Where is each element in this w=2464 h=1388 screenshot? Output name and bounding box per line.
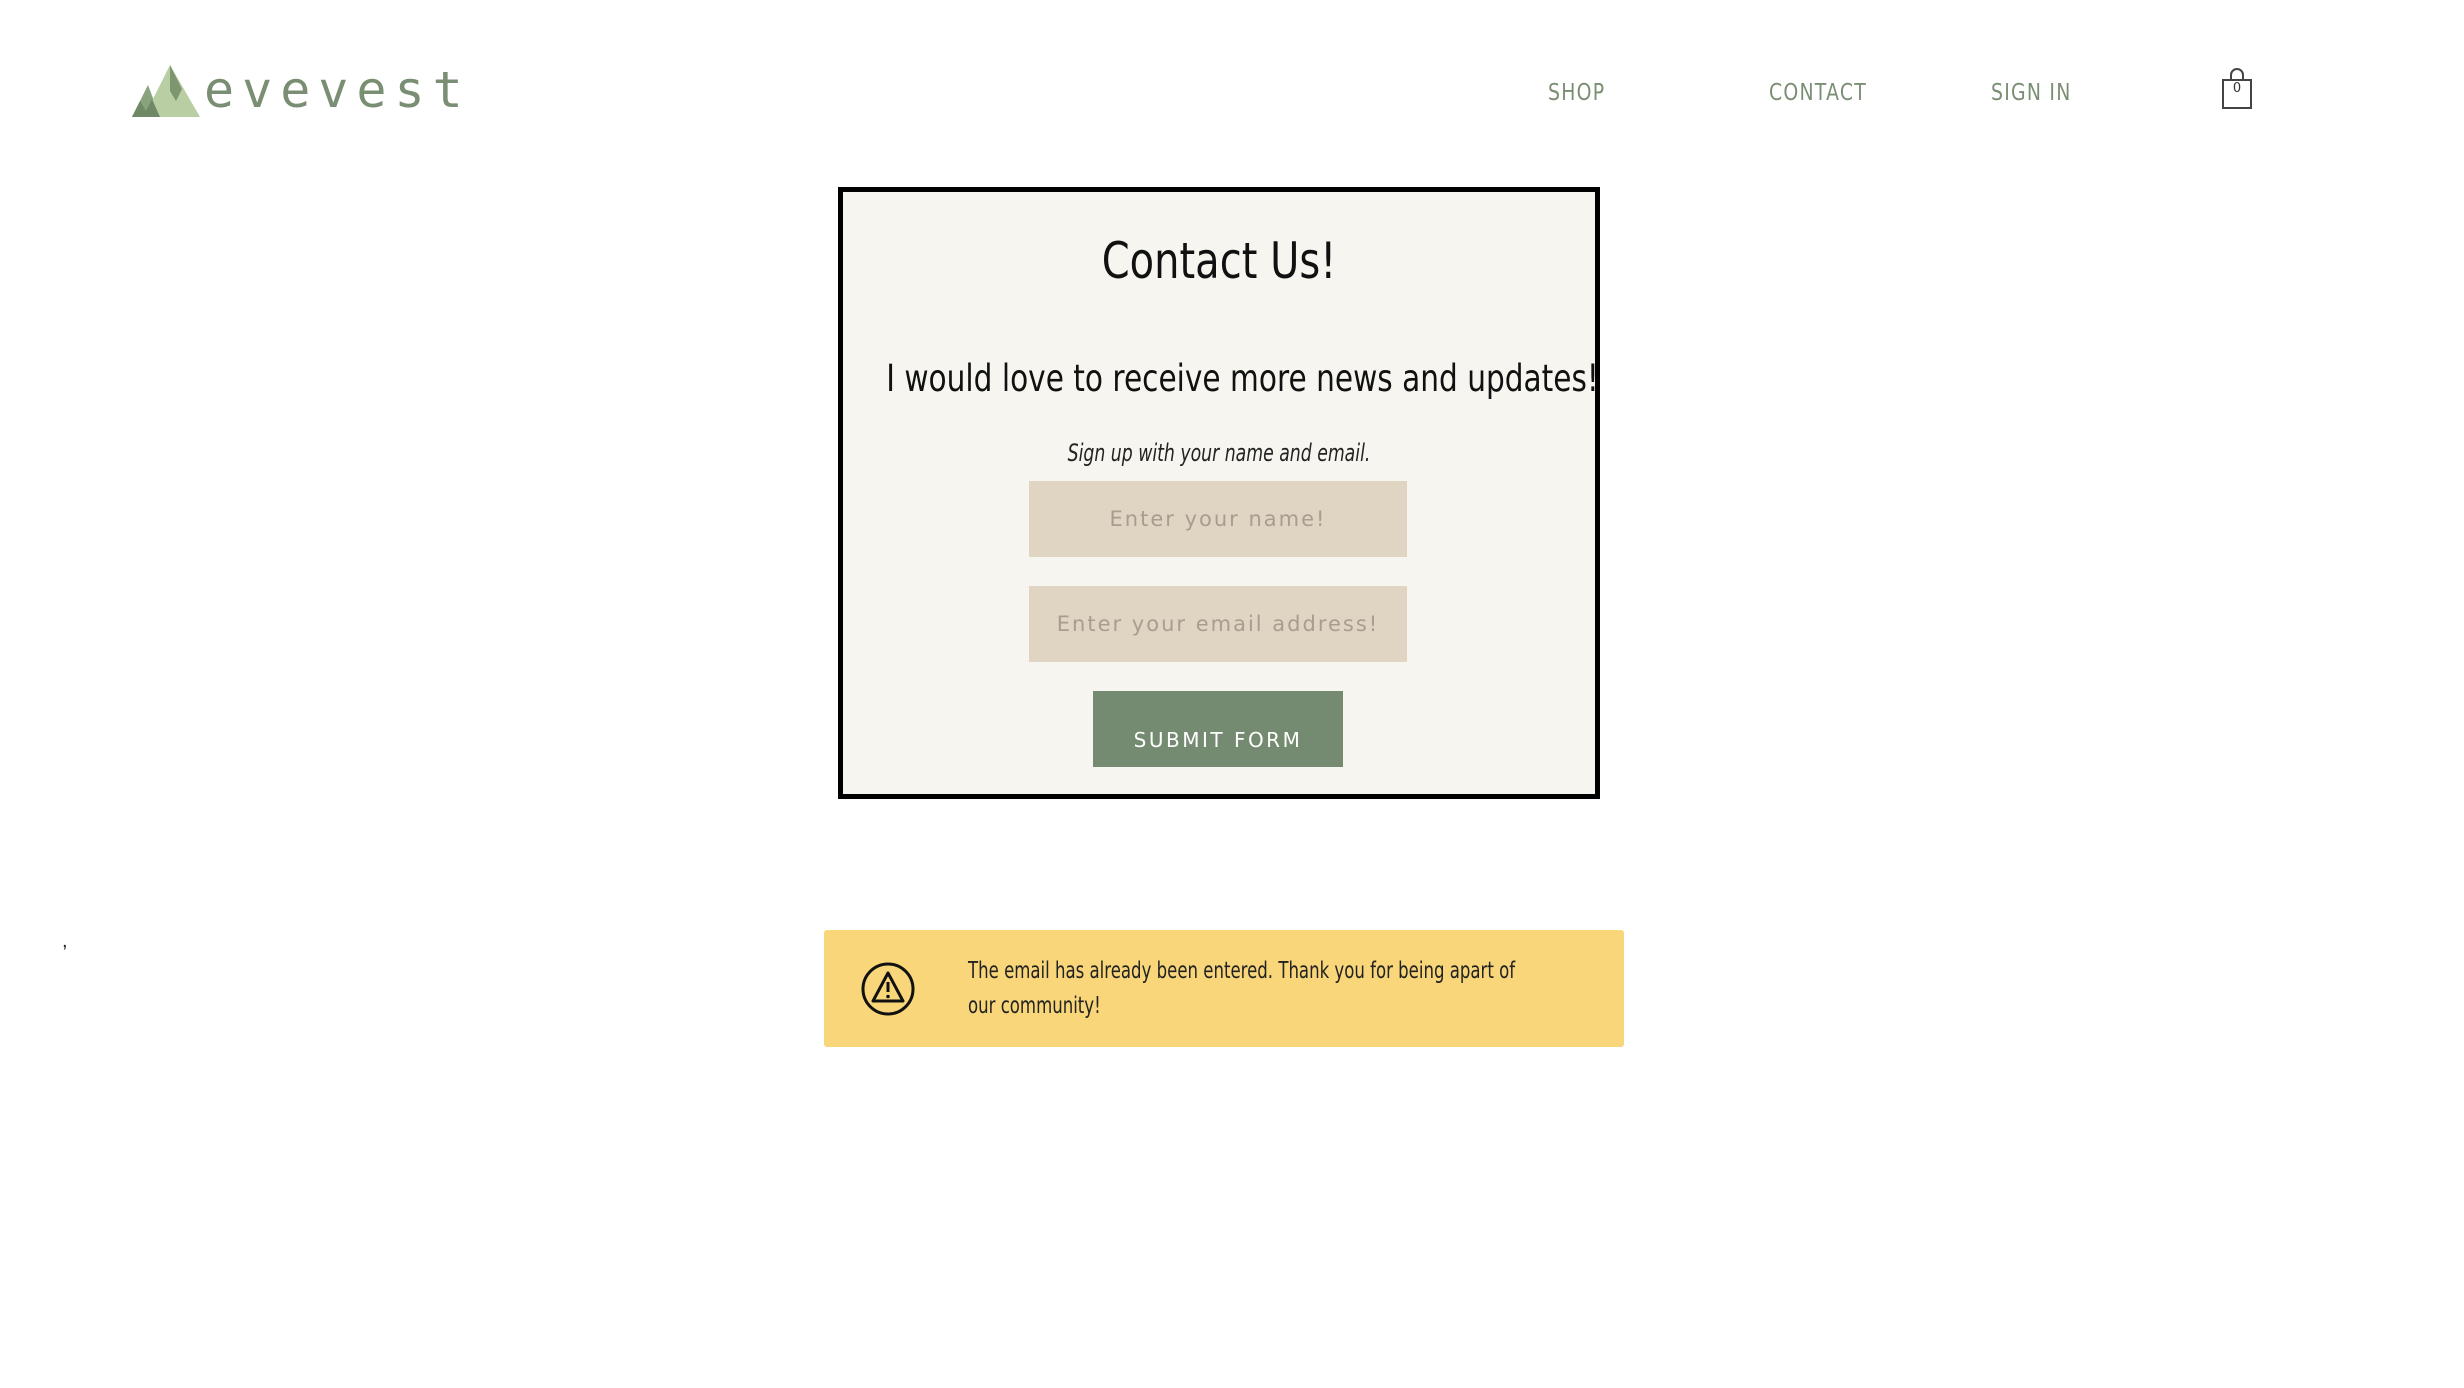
nav-sign-in-link[interactable]: SIGN IN (1991, 80, 2072, 106)
duplicate-email-alert: The email has already been entered. Than… (824, 930, 1624, 1047)
stray-text: , (62, 930, 68, 952)
form-subtitle: I would love to receive more news and up… (886, 357, 1599, 400)
form-hint: Sign up with your name and email. (1067, 439, 1371, 467)
cart-button[interactable]: 0 (2220, 68, 2254, 110)
email-input[interactable] (1029, 586, 1407, 662)
alert-message: The email has already been entered. Than… (968, 958, 1516, 1019)
name-input[interactable] (1029, 481, 1407, 557)
submit-form-button[interactable]: SUBMIT FORM (1093, 691, 1343, 767)
brand-name: evevest (204, 61, 471, 119)
form-title: Contact Us! (1101, 232, 1337, 290)
nav-shop-link[interactable]: SHOP (1548, 80, 1605, 106)
contact-form-card: Contact Us! I would love to receive more… (838, 187, 1600, 799)
mountains-logo-icon (132, 65, 200, 117)
warning-icon (861, 962, 915, 1016)
cart-count: 0 (2232, 81, 2242, 96)
brand-logo[interactable]: evevest (130, 60, 471, 120)
nav-contact-link[interactable]: CONTACT (1769, 80, 1867, 106)
